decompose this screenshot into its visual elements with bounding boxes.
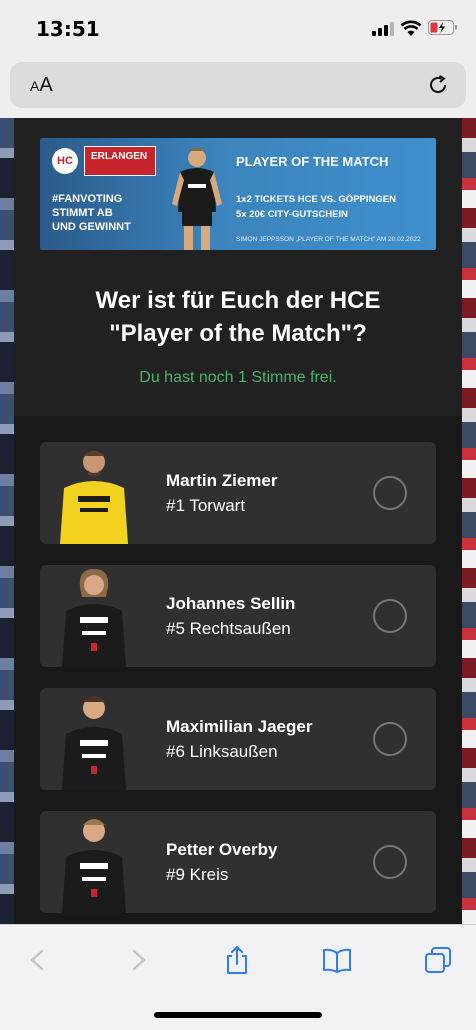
player-name: Maximilian Jaeger bbox=[166, 717, 313, 736]
player-photo bbox=[62, 696, 126, 790]
battery-icon bbox=[428, 20, 457, 35]
wifi-icon bbox=[400, 20, 422, 36]
banner-title: PLAYER OF THE MATCH bbox=[236, 154, 389, 169]
background-photo-left bbox=[0, 118, 14, 924]
player-option-sellin[interactable]: Johannes Sellin #5 Rechtsaußen bbox=[40, 565, 436, 667]
back-arrow-icon[interactable] bbox=[22, 945, 52, 975]
background-photo-right bbox=[462, 118, 476, 924]
hce-logo: HC bbox=[52, 148, 78, 174]
promo-banner[interactable]: HC ERLANGEN #FANVOTING STIMMT AB UND GEW… bbox=[40, 138, 436, 250]
browser-address-bar: AA bbox=[0, 58, 476, 118]
select-radio[interactable] bbox=[373, 845, 407, 879]
votes-remaining: Du hast noch 1 Stimme frei. bbox=[139, 369, 337, 386]
player-position: #1 Torwart bbox=[166, 496, 246, 515]
tabs-icon[interactable] bbox=[423, 945, 453, 975]
status-time: 13:51 bbox=[36, 17, 100, 41]
select-radio[interactable] bbox=[373, 599, 407, 633]
player-position: #9 Kreis bbox=[166, 865, 229, 884]
reload-icon[interactable] bbox=[427, 74, 449, 96]
player-name: Petter Overby bbox=[166, 840, 278, 859]
player-position: #6 Linksaußen bbox=[166, 742, 278, 761]
reader-settings-button[interactable]: AA bbox=[30, 74, 53, 97]
select-radio[interactable] bbox=[373, 722, 407, 756]
player-option-ziemer[interactable]: Martin Ziemer #1 Torwart bbox=[40, 442, 436, 544]
banner-player-image bbox=[172, 147, 222, 250]
url-field[interactable]: AA bbox=[10, 62, 466, 108]
banner-footer: SIMON JEPPSSON „PLAYER OF THE MATCH“ AM … bbox=[236, 236, 421, 243]
share-icon[interactable] bbox=[222, 945, 252, 975]
player-option-overby[interactable]: Petter Overby #9 Kreis bbox=[40, 811, 436, 913]
page-title: Wer ist für Euch der HCE "Player of the … bbox=[95, 287, 381, 347]
player-photo bbox=[62, 819, 126, 913]
banner-prize-1: 1x2 TICKETS HCE VS. GÖPPINGEN bbox=[236, 194, 396, 205]
status-bar: 13:51 bbox=[0, 0, 476, 58]
player-name: Martin Ziemer bbox=[166, 471, 278, 490]
forward-arrow-icon[interactable] bbox=[124, 945, 154, 975]
player-position: #5 Rechtsaußen bbox=[166, 619, 291, 638]
cellular-signal-icon bbox=[372, 22, 394, 36]
select-radio[interactable] bbox=[373, 476, 407, 510]
player-name: Johannes Sellin bbox=[166, 594, 296, 613]
player-photo bbox=[62, 569, 126, 667]
banner-prize-2: 5x 20€ CITY-GUTSCHEIN bbox=[236, 209, 348, 220]
sponsor-logo: ERLANGEN bbox=[84, 146, 156, 176]
home-indicator bbox=[154, 1012, 322, 1018]
voting-card: HC ERLANGEN #FANVOTING STIMMT AB UND GEW… bbox=[14, 118, 462, 924]
player-option-jaeger[interactable]: Maximilian Jaeger #6 Linksaußen bbox=[40, 688, 436, 790]
banner-fanvoting: #FANVOTING STIMMT AB UND GEWINNT bbox=[52, 193, 131, 233]
player-list: Martin Ziemer #1 Torwart Johannes Sellin… bbox=[14, 416, 462, 924]
bookmarks-icon[interactable] bbox=[322, 945, 352, 975]
player-photo bbox=[60, 451, 128, 544]
